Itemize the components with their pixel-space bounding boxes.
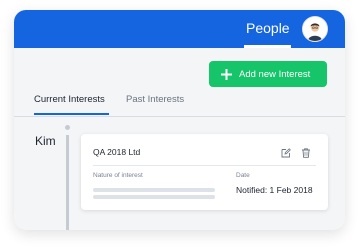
user-avatar-icon[interactable] — [302, 16, 328, 42]
person-name: Kim — [35, 134, 56, 148]
nature-placeholder-line — [93, 188, 215, 192]
add-new-interest-button[interactable]: Add new Interest — [209, 61, 327, 87]
nature-of-interest-label: Nature of interest — [93, 172, 143, 179]
nav-item-people[interactable]: People — [246, 20, 290, 36]
interest-card-title: QA 2018 Ltd — [93, 147, 141, 157]
timeline-dot — [65, 125, 70, 130]
interest-card: QA 2018 Ltd Nature of interest Date Noti… — [81, 134, 328, 210]
interest-tabs: Current Interests Past Interests — [14, 90, 345, 117]
top-navigation-bar: People — [14, 10, 345, 48]
date-value: Notified: 1 Feb 2018 — [236, 185, 313, 195]
nature-placeholder-line — [93, 195, 215, 199]
trash-icon[interactable] — [301, 145, 311, 158]
tab-current-interests[interactable]: Current Interests — [34, 94, 105, 105]
edit-icon[interactable] — [281, 145, 291, 158]
active-tab-indicator — [34, 113, 109, 115]
tab-past-interests[interactable]: Past Interests — [126, 94, 184, 105]
plus-icon — [221, 68, 232, 80]
timeline-line — [66, 135, 69, 230]
card-divider — [93, 165, 316, 166]
nav-active-indicator — [244, 45, 291, 48]
app-window: People Add new Interest Current Interest… — [14, 10, 345, 230]
date-label: Date — [236, 172, 250, 179]
add-new-interest-label: Add new Interest — [239, 68, 311, 80]
